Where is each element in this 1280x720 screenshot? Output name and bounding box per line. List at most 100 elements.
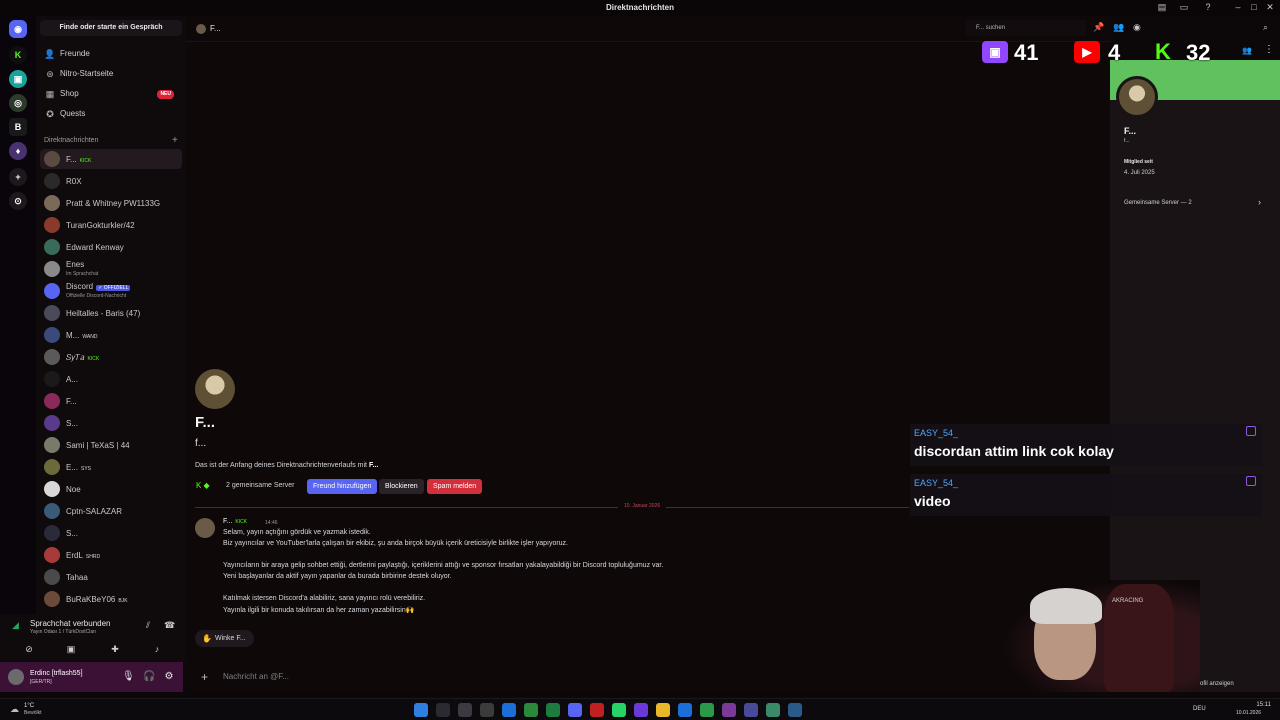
dm-item[interactable]: S...	[40, 523, 182, 543]
maximize-icon[interactable]: □	[1248, 2, 1260, 13]
avatar	[44, 591, 60, 607]
input-language[interactable]: DEU	[1193, 706, 1206, 712]
message-avatar[interactable]	[195, 518, 215, 538]
dm-item[interactable]: Edward Kenway	[40, 237, 182, 257]
dm-item[interactable]: ErdL SHRD	[40, 545, 182, 565]
app-icon-7[interactable]	[766, 703, 780, 717]
wave-button[interactable]: ✋ Winke F...	[195, 630, 254, 647]
dm-item[interactable]: Cptn-SALAZAR	[40, 501, 182, 521]
voice-channel[interactable]: Yayın Odası 1 / TürkDostClan	[30, 629, 96, 635]
app-icon-4[interactable]	[678, 703, 692, 717]
chat-user: EASY_54_	[914, 478, 959, 488]
app-icon-8[interactable]	[788, 703, 802, 717]
dm-name: Edward Kenway	[66, 243, 124, 252]
attach-plus-icon[interactable]: +	[201, 667, 208, 687]
monitor-icon[interactable]: ▭	[1178, 2, 1190, 13]
mutual-servers[interactable]: K ◆ 2 gemeinsame Server	[196, 481, 294, 490]
app-icon-2[interactable]	[590, 703, 604, 717]
excel-icon[interactable]	[546, 703, 560, 717]
profile-panel-avatar[interactable]	[1116, 76, 1158, 118]
dm-name: E...	[66, 463, 79, 472]
microphone-icon[interactable]: 🎙	[122, 671, 135, 682]
chrome-icon[interactable]	[700, 703, 714, 717]
dm-item[interactable]: A...	[40, 369, 182, 389]
dm-item[interactable]: F... KICK	[40, 149, 182, 169]
activities-icon[interactable]: ✚	[108, 644, 122, 656]
message-input[interactable]: + Nachricht an @F...	[195, 667, 1109, 687]
dm-item[interactable]: Sami | TeXaS | 44	[40, 435, 182, 455]
server-icon-4[interactable]: ♦	[9, 142, 27, 160]
dm-item[interactable]: R0X	[40, 171, 182, 191]
nav-label: Shop	[60, 89, 79, 98]
discord-home-icon[interactable]: ◉	[9, 20, 27, 38]
soundboard-icon[interactable]: ♪	[150, 644, 164, 656]
dm-item[interactable]: M... WAND	[40, 325, 182, 345]
dm-item[interactable]: BuRaKBeY06 BJK	[40, 589, 182, 609]
server-icon-2[interactable]: ◎	[9, 94, 27, 112]
noise-suppression-icon[interactable]: ⫽	[146, 620, 150, 631]
clock-time[interactable]: 15:11	[1243, 702, 1271, 708]
dm-item[interactable]: 𝑆𝑦𝑇𝑎 KICK	[40, 347, 182, 367]
server-icon-1[interactable]: ▣	[9, 70, 27, 88]
whatsapp-icon[interactable]	[612, 703, 626, 717]
chevron-right-icon[interactable]: ›	[1258, 197, 1261, 207]
user-profile-icon[interactable]: ◉	[1133, 22, 1141, 33]
dm-item[interactable]: Enes Im Sprachchat	[40, 259, 182, 279]
app-icon-3[interactable]	[634, 703, 648, 717]
close-icon[interactable]: ✕	[1264, 2, 1276, 13]
server-icon-3[interactable]: B	[9, 118, 27, 136]
dm-item[interactable]: F...	[40, 391, 182, 411]
discord-taskbar-icon[interactable]	[568, 703, 582, 717]
dm-item[interactable]: TuranGokturkler/42	[40, 215, 182, 235]
search-input[interactable]: F... suchen	[966, 20, 1086, 36]
dm-item[interactable]: E... SYS	[40, 457, 182, 477]
taskbar-search-icon[interactable]	[436, 703, 450, 717]
task-view-icon[interactable]	[458, 703, 472, 717]
explore-servers-icon[interactable]: ⊙	[9, 192, 27, 210]
nav-friends[interactable]: 👤 Freunde	[42, 45, 182, 63]
kick-server-icon[interactable]: K	[9, 46, 27, 64]
dm-item[interactable]: S...	[40, 413, 182, 433]
create-dm-icon[interactable]: +	[172, 135, 178, 146]
dm-item[interactable]: Heiltalles - Baris (47)	[40, 303, 182, 323]
profile-avatar[interactable]	[195, 369, 235, 409]
dm-item[interactable]: Noe	[40, 479, 182, 499]
clock-date[interactable]: 10.01.2026	[1236, 710, 1261, 716]
nav-shop[interactable]: ▦ Shop NEU	[42, 85, 182, 103]
camera-off-icon[interactable]: ⊘	[22, 644, 36, 656]
disconnect-icon[interactable]: ☎	[164, 620, 175, 631]
dm-item[interactable]: Pratt & Whitney PW1133G	[40, 193, 182, 213]
headphones-icon[interactable]: 🎧	[143, 671, 155, 682]
report-spam-button[interactable]: Spam melden	[427, 479, 483, 494]
app-icon-6[interactable]	[744, 703, 758, 717]
explorer-icon[interactable]	[656, 703, 670, 717]
nav-label: Freunde	[60, 49, 90, 58]
app-icon-1[interactable]	[524, 703, 538, 717]
user-avatar[interactable]	[8, 669, 24, 685]
help-icon[interactable]: ?	[1202, 2, 1214, 13]
minimize-icon[interactable]: –	[1232, 2, 1244, 13]
dm-item[interactable]: Discord ✓ OFFIZIELL Offizielle Discord-Na…	[40, 281, 182, 301]
message-author[interactable]: F... KICK	[223, 518, 247, 525]
pin-icon[interactable]: 📌	[1093, 22, 1104, 33]
add-friend-button[interactable]: Freund hinzufügen	[307, 479, 378, 494]
edge-icon[interactable]	[502, 703, 516, 717]
nav-nitro[interactable]: ⊛ Nitro-Startseite	[42, 65, 182, 83]
add-friends-icon[interactable]: 👥	[1113, 22, 1124, 33]
weather-icon[interactable]: ☁	[10, 704, 19, 715]
nav-quests[interactable]: ✪ Quests	[42, 105, 182, 123]
dm-item[interactable]: Tahaa	[40, 567, 182, 587]
find-conversation-button[interactable]: Finde oder starte ein Gespräch	[40, 20, 182, 36]
app-icon-5[interactable]	[722, 703, 736, 717]
inbox-icon[interactable]: ▤	[1156, 2, 1168, 13]
add-server-icon[interactable]: +	[9, 168, 27, 186]
screen-share-icon[interactable]: ▣	[64, 644, 78, 656]
widgets-icon[interactable]	[480, 703, 494, 717]
mutual-servers-row[interactable]: Gemeinsame Server — 2	[1124, 200, 1192, 206]
block-button[interactable]: Blockieren	[379, 479, 424, 494]
start-icon[interactable]	[414, 703, 428, 717]
nitro-icon: ⊛	[46, 69, 54, 79]
settings-icon[interactable]: ⚙	[163, 671, 175, 682]
header-name[interactable]: F...	[210, 24, 221, 33]
search-icon[interactable]: ⌕	[1263, 22, 1268, 33]
